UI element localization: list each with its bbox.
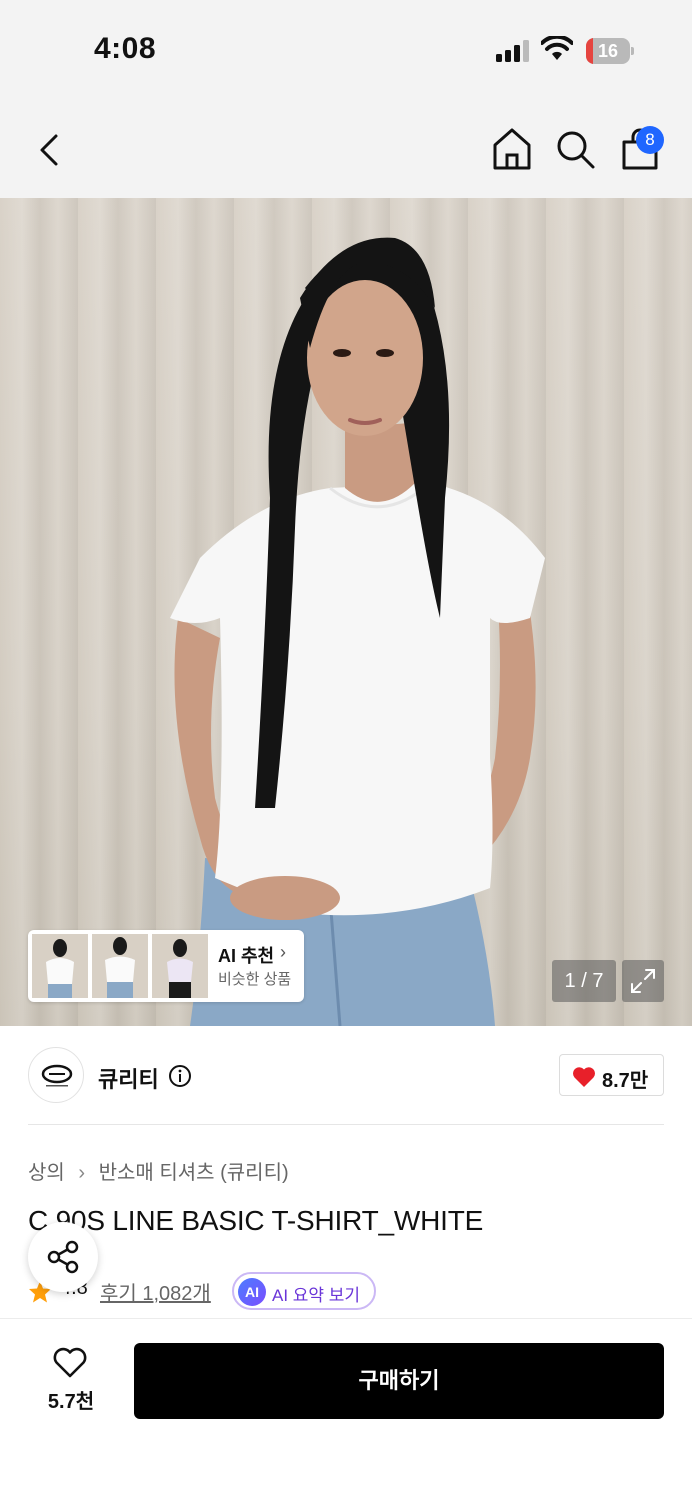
ai-summary-button[interactable]: AI AI 요약 보기 <box>232 1272 376 1310</box>
heart-outline-icon <box>53 1347 87 1378</box>
ai-summary-label: AI 요약 보기 <box>272 1286 361 1305</box>
chevron-right-icon: › <box>78 1162 86 1184</box>
divider <box>28 1124 664 1125</box>
ai-recommend-title: AI 추천 <box>218 946 275 966</box>
bottom-action-bar: 5.7천 구매하기 <box>0 1318 692 1500</box>
buy-button[interactable]: 구매하기 <box>134 1343 664 1419</box>
cart-count-badge: 8 <box>636 126 664 154</box>
brand-name[interactable]: 큐리티 <box>98 1062 159 1094</box>
chevron-left-icon[interactable] <box>32 130 68 170</box>
top-nav <box>0 100 692 198</box>
recommend-thumbnail[interactable] <box>152 934 208 998</box>
rating-row: 4.8 후기 1,082개 AI AI 요약 보기 <box>28 1272 528 1310</box>
breadcrumb-category[interactable]: 상의 <box>28 1162 65 1184</box>
expand-button[interactable] <box>622 960 664 1002</box>
wishlist-button[interactable]: 5.7천 <box>36 1345 106 1417</box>
ai-badge-icon: AI <box>238 1278 266 1306</box>
breadcrumb-subcategory[interactable]: 반소매 티셔츠 (큐리티) <box>99 1162 289 1184</box>
ai-recommend-card[interactable]: AI 추천 › 비슷한 상품 <box>28 930 304 1002</box>
brand-logo-mark <box>41 1064 73 1087</box>
recommend-thumbnail[interactable] <box>32 934 88 998</box>
info-icon[interactable] <box>168 1064 192 1088</box>
chevron-right-icon: › <box>280 942 286 962</box>
status-time: 4:08 <box>94 32 157 65</box>
cellular-signal-icon <box>496 40 529 62</box>
home-icon[interactable] <box>490 126 534 172</box>
heart-icon <box>573 1067 595 1087</box>
breadcrumb: 상의 › 반소매 티셔츠 (큐리티) <box>28 1156 289 1185</box>
share-button[interactable] <box>28 1222 98 1292</box>
product-title: C 90S LINE BASIC T-SHIRT_WHITE <box>28 1205 484 1236</box>
recommend-thumbnail[interactable] <box>92 934 148 998</box>
model-photo <box>170 237 545 1026</box>
product-image[interactable] <box>0 198 692 1026</box>
brand-like-count: 8.7만 <box>602 1070 649 1092</box>
brand-row: 큐리티 8.7만 <box>0 1026 692 1126</box>
status-bar: 4:08 16 <box>0 0 692 100</box>
battery-level: 16 <box>597 41 619 61</box>
brand-like-button[interactable]: 8.7만 <box>559 1054 664 1096</box>
wishlist-count: 5.7천 <box>47 1391 95 1413</box>
battery-icon: 16 <box>586 38 634 64</box>
wifi-icon <box>541 36 573 60</box>
expand-icon <box>631 969 655 993</box>
brand-logo[interactable] <box>28 1047 84 1103</box>
ai-recommend-subtitle: 비슷한 상품 <box>218 971 292 988</box>
share-icon <box>47 1240 79 1274</box>
review-count-link[interactable]: 후기 1,082개 <box>100 1277 211 1306</box>
image-counter: 1 / 7 <box>552 960 616 1002</box>
search-icon[interactable] <box>554 128 596 170</box>
